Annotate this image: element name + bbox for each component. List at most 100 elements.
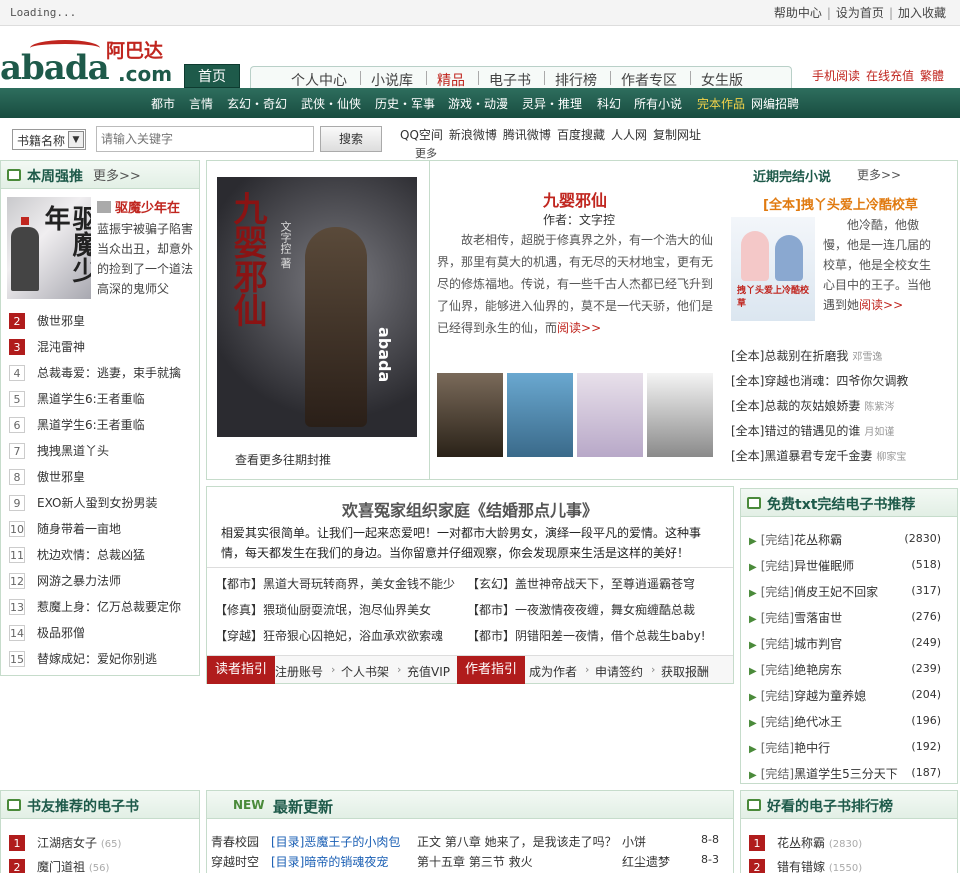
tab-ebooks[interactable]: 电子书 [489,70,531,90]
list-item[interactable]: [全本]总裁的灰姑娘娇妻 陈紫涔 [731,397,894,414]
recent-book-title[interactable]: [全本]拽丫头爱上冷酷校草 [763,194,918,213]
list-item[interactable]: ▶ [完结]黑道学生5三分天下 [749,765,898,782]
more-link[interactable]: 更多>> [857,166,901,183]
tab-author-zone[interactable]: 作者专区 [621,70,677,90]
more-link[interactable]: 更多>> [93,165,141,184]
search-type-select[interactable]: 书籍名称 ▼ [12,129,86,150]
mobile-reading-link[interactable]: 手机阅读 [812,69,860,83]
chapter-link[interactable]: 正文 第八章 她来了，是我该走了吗？ [417,833,617,850]
share-tencent-weibo[interactable]: 腾讯微博 [503,128,551,142]
featured-book-title[interactable]: 驱魔少年在 [97,197,180,216]
category-label[interactable]: 穿越时空 [211,853,259,870]
list-item[interactable]: ▶ [完结]绝艳房东 [749,661,842,678]
cover-thumb[interactable] [577,373,643,457]
list-item[interactable]: 4 总裁毒爱：逃妻，束手就擒 [9,363,181,383]
cat-wuxia[interactable]: 武侠・仙侠 [301,95,361,112]
traditional-chinese-link[interactable]: 繁體 [920,69,944,83]
get-paid-link[interactable]: 获取报酬 [661,663,709,680]
search-button[interactable]: 搜索 [320,126,382,152]
welcome-title[interactable]: 欢喜冤家组织家庭《结婚那点儿事》 [207,497,733,521]
add-favorite-link[interactable]: 加入收藏 [898,6,946,20]
list-item[interactable]: 1 花丛称霸 (2830) [749,833,862,853]
recent-book-cover[interactable]: 拽丫头爱上冷酷校草 [731,217,815,321]
read-link[interactable]: 阅读>> [557,321,601,335]
list-item[interactable]: 11 枕边欢情：总裁凶猛 [9,545,145,565]
featured-title[interactable]: 九婴邪仙 [543,187,607,211]
tab-home[interactable]: 首页 [184,64,240,88]
author-name[interactable]: 小饼 [622,833,646,850]
register-link[interactable]: 注册账号 [275,663,323,680]
cat-scifi[interactable]: 科幻 [597,95,621,112]
list-item[interactable]: 10 随身带着一亩地 [9,519,121,539]
share-qzone[interactable]: QQ空间 [400,128,443,142]
more-covers-link[interactable]: 查看更多往期封推 [235,451,331,468]
share-renren[interactable]: 人人网 [611,128,647,142]
recharge-vip-link[interactable]: 充值VIP [407,663,450,680]
become-author-link[interactable]: 成为作者 [529,663,577,680]
cat-urban[interactable]: 都市 [151,95,175,112]
recommend-link[interactable]: 【穿越】狂帝狠心囚艳妃，浴血承欢欲索魂 [215,627,443,644]
cover-thumb[interactable] [647,373,713,457]
list-item[interactable]: [全本]穿越也消魂：四爷你欠调教 [731,372,912,389]
apply-contract-link[interactable]: 申请签约 [595,663,643,680]
list-item[interactable]: 2 傲世邪皇 [9,311,85,331]
list-item[interactable]: 2 魔门道祖 (56) [9,857,109,873]
list-item[interactable]: 2 错有错嫁 (1550) [749,857,862,873]
tab-personal-center[interactable]: 个人中心 [291,70,347,90]
list-item[interactable]: 7 拽拽黑道丫头 [9,441,109,461]
search-input[interactable] [96,126,314,152]
tab-girls-edition[interactable]: 女生版 [701,70,743,90]
list-item[interactable]: 1 江湖痞女子 (65) [9,833,121,853]
set-homepage-link[interactable]: 设为首页 [836,6,884,20]
cover-thumb[interactable] [507,373,573,457]
category-label[interactable]: 青春校园 [211,833,259,850]
list-item[interactable]: ▶ [完结]花丛称霸 [749,531,842,548]
cat-recruit[interactable]: 网编招聘 [751,95,799,112]
cat-all[interactable]: 所有小说 [634,95,682,112]
cat-romance[interactable]: 言情 [189,95,213,112]
site-logo[interactable]: 阿巴达 abada .com [0,34,180,88]
list-item[interactable]: [全本]黑道暴君专宠千金妻 柳家宝 [731,447,906,464]
list-item[interactable]: ▶ [完结]雪落宙世 [749,609,842,626]
featured-cover[interactable]: 九婴邪仙 文字控 著 abada [217,177,417,437]
share-more-link[interactable]: 更多 [415,145,437,161]
list-item[interactable]: ▶ [完结]俏皮王妃不回家 [749,583,878,600]
list-item[interactable]: ▶ [完结]绝代冰王 [749,713,842,730]
share-baidu[interactable]: 百度搜藏 [557,128,605,142]
recommend-link[interactable]: 【都市】阴错阳差一夜情，借个总裁生baby! [467,627,706,644]
list-item[interactable]: 14 极品邪僧 [9,623,85,643]
help-center-link[interactable]: 帮助中心 [774,6,822,20]
book-link[interactable]: [目录]暗帝的销魂夜宠 [271,853,388,870]
list-item[interactable]: 13 惹魔上身：亿万总裁要定你 [9,597,181,617]
list-item[interactable]: 12 网游之暴力法师 [9,571,121,591]
recommend-link[interactable]: 【玄幻】盖世神帝战天下，至尊逍遥霸苍穹 [467,575,695,592]
cat-completed[interactable]: 完本作品 [697,95,745,112]
cat-game[interactable]: 游戏・动漫 [448,95,508,112]
list-item[interactable]: 5 黑道学生6:王者重临 [9,389,145,409]
bookshelf-link[interactable]: 个人书架 [341,663,389,680]
author-name[interactable]: 红尘遗梦 [622,853,670,870]
list-item[interactable]: ▶ [完结]穿越为童养媳 [749,687,866,704]
cat-history[interactable]: 历史・军事 [375,95,435,112]
read-link[interactable]: 阅读>> [859,298,903,312]
list-item[interactable]: 3 混沌雷神 [9,337,85,357]
share-sina-weibo[interactable]: 新浪微博 [449,128,497,142]
cover-thumb[interactable] [437,373,503,457]
chapter-link[interactable]: 第十五章 第三节 救火 [417,853,533,870]
tab-novel-library[interactable]: 小说库 [371,70,413,90]
share-copy-url[interactable]: 复制网址 [653,128,701,142]
list-item[interactable]: ▶ [完结]艳中行 [749,739,830,756]
book-link[interactable]: [目录]恶魔王子的小肉包 [271,833,400,850]
list-item[interactable]: 9 EXO新人蛩到女扮男装 [9,493,157,513]
tab-rankings[interactable]: 排行榜 [555,70,597,90]
recommend-link[interactable]: 【都市】黑道大哥玩转商界，美女金钱不能少 [215,575,455,592]
list-item[interactable]: [全本]错过的错遇见的谁 月如谨 [731,422,894,439]
list-item[interactable]: ▶ [完结]异世催眠师 [749,557,854,574]
recommend-link[interactable]: 【都市】一夜激情夜夜缠，舞女痴缠酷总裁 [467,601,695,618]
cat-fantasy[interactable]: 玄幻・奇幻 [227,95,287,112]
book-cover[interactable]: 驱魔少年 [7,197,91,299]
cat-supernatural[interactable]: 灵异・推理 [522,95,582,112]
online-recharge-link[interactable]: 在线充值 [866,69,914,83]
list-item[interactable]: [全本]总裁别在折磨我 邓雪逸 [731,347,882,364]
tab-premium[interactable]: 精品 [437,70,465,90]
